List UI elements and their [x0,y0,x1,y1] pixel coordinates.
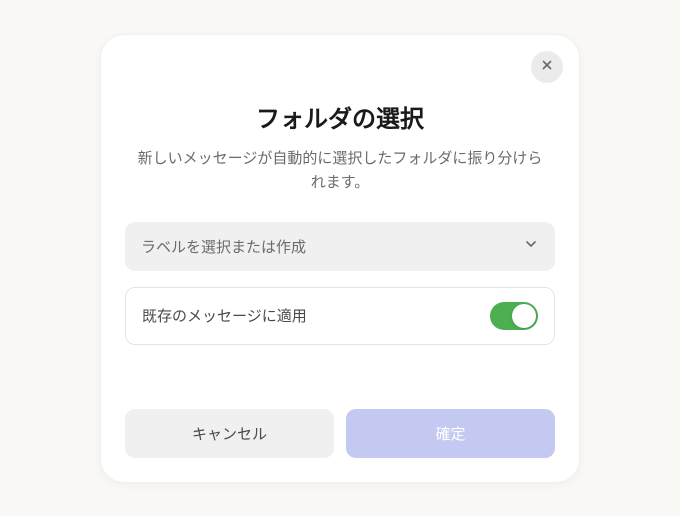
cancel-button[interactable]: キャンセル [125,409,334,458]
confirm-button[interactable]: 確定 [346,409,555,458]
button-row: キャンセル 確定 [125,409,555,458]
modal-title: フォルダの選択 [125,99,555,134]
label-select[interactable]: ラベルを選択または作成 [125,222,555,271]
close-button[interactable] [531,51,563,83]
apply-existing-row: 既存のメッセージに適用 [125,287,555,345]
close-icon [540,58,554,75]
modal-header: フォルダの選択 新しいメッセージが自動的に選択したフォルダに振り分けられます。 [125,99,555,194]
modal-subtitle: 新しいメッセージが自動的に選択したフォルダに振り分けられます。 [125,146,555,194]
toggle-knob [512,304,536,328]
apply-existing-toggle[interactable] [490,302,538,330]
chevron-down-icon [523,236,539,256]
toggle-label: 既存のメッセージに適用 [142,305,307,326]
select-placeholder: ラベルを選択または作成 [141,236,306,257]
folder-select-modal: フォルダの選択 新しいメッセージが自動的に選択したフォルダに振り分けられます。 … [100,34,580,483]
